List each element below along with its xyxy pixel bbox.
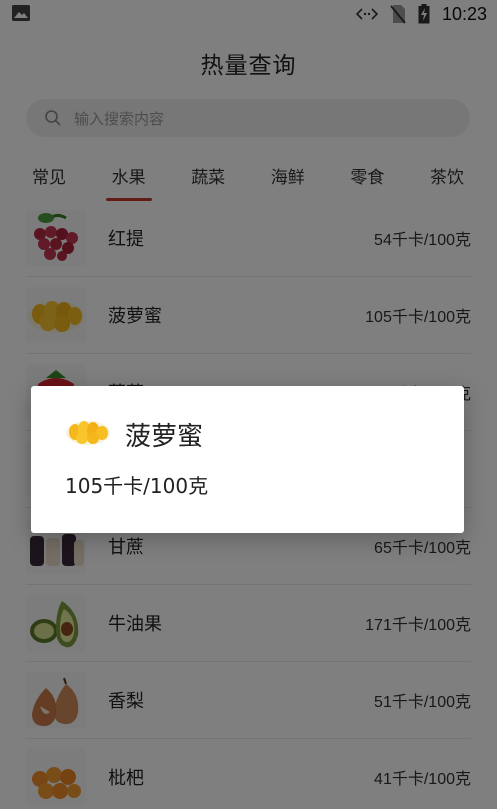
dialog-title: 菠萝蜜 xyxy=(125,421,204,452)
food-detail-dialog: 菠萝蜜 105千卡/100克 xyxy=(31,386,464,533)
dialog-calories: 105千卡/100克 xyxy=(65,474,209,498)
dialog-header: 菠萝蜜 xyxy=(65,414,203,454)
jackfruit-icon xyxy=(65,417,111,451)
